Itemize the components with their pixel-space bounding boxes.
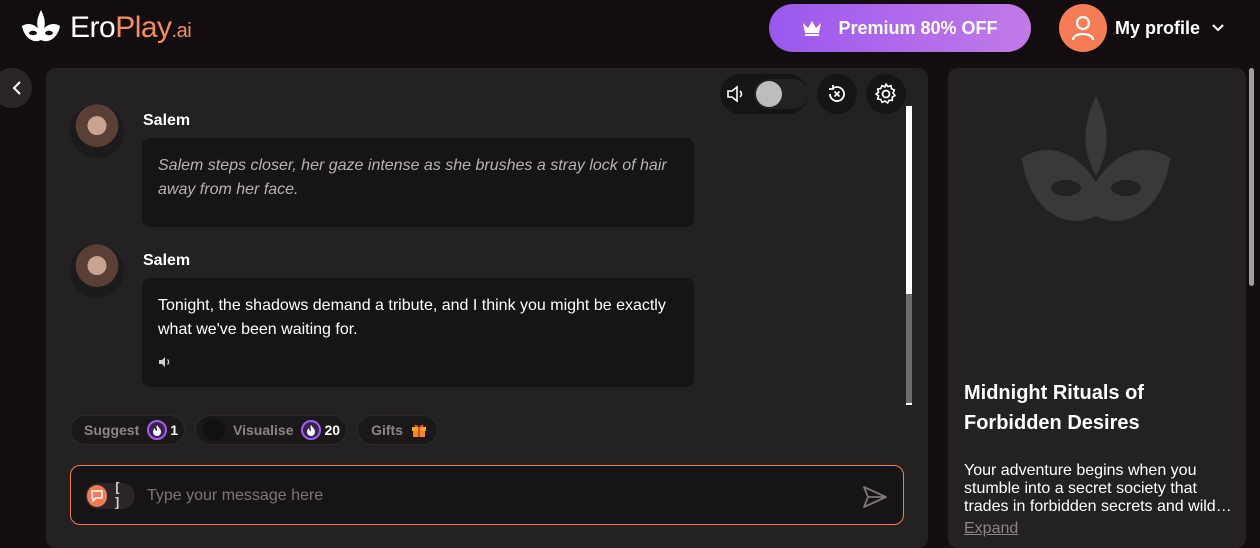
message-bubble: Tonight, the shadows demand a tribute, a… [142,278,694,387]
expand-link[interactable]: Expand [964,520,1018,538]
action-mode-label: [ ] [113,481,122,511]
reset-icon [829,85,845,102]
user-icon [1071,15,1095,41]
message-composer: [ ] [70,465,904,525]
chat-controls [720,74,906,114]
premium-button[interactable]: Premium 80% OFF [769,4,1031,52]
character-avatar[interactable] [70,104,124,158]
suggest-button[interactable]: Suggest 1 [70,415,186,445]
suggest-label: Suggest [84,422,140,438]
visualise-cost: 20 [301,420,340,440]
story-panel: Midnight Rituals of Forbidden Desires Yo… [948,68,1246,548]
speaker-icon [159,357,170,367]
chat-panel: Salem Salem steps closer, her gaze inten… [46,68,928,548]
chat-mode-toggle[interactable]: [ ] [85,481,135,511]
sound-toggle[interactable] [720,74,808,114]
chevron-left-icon [12,81,21,95]
story-description: Your adventure begins when you stumble i… [964,462,1216,515]
message-input[interactable] [147,480,847,512]
gift-icon [411,424,426,437]
visualise-button[interactable]: Visualise 20 [195,415,348,445]
suggest-cost: 1 [147,420,178,440]
sound-toggle-track [754,79,808,109]
profile-label: My profile [1115,17,1201,38]
chat-bubble-icon [87,485,108,507]
chevron-down-icon [1212,24,1224,32]
profile-menu[interactable]: My profile [1059,4,1224,52]
message-text: Tonight, the shadows demand a tribute, a… [158,297,666,338]
message-text: Salem steps closer, her gaze intense as … [158,157,667,198]
chat-actions: Suggest 1 Visualise 20 Gifts [70,415,448,445]
visualise-cost-value: 20 [324,422,341,438]
message-author: Salem [143,112,191,129]
message-author: Salem [143,252,191,269]
visualise-icon [203,419,226,441]
sound-toggle-knob [756,81,782,107]
message-bubble: Salem steps closer, her gaze intense as … [142,138,694,227]
page-scrollbar[interactable] [1249,68,1254,286]
logo-ero: Ero [70,11,116,44]
suggest-cost-value: 1 [170,422,179,438]
send-icon[interactable] [861,483,889,511]
collapse-sidebar-button[interactable] [0,68,32,108]
logo[interactable]: EroPlay.ai [20,8,192,48]
gifts-label: Gifts [371,422,403,438]
character-avatar[interactable] [70,244,124,298]
visualise-label: Visualise [233,422,294,438]
premium-label: Premium 80% OFF [838,17,998,38]
play-audio-button[interactable] [158,352,678,376]
profile-avatar [1059,4,1107,52]
story-title: Midnight Rituals of Forbidden Desires [964,382,1144,434]
crown-icon [803,21,822,36]
flame-icon [301,420,322,440]
gifts-button[interactable]: Gifts [357,415,438,445]
chat-scrollbar-thumb[interactable] [906,294,912,403]
speaker-icon [727,85,743,103]
logo-text: EroPlay.ai [70,11,192,45]
logo-ai: .ai [171,20,192,42]
flame-icon [147,420,168,440]
logo-play: Play [115,11,172,44]
mask-placeholder-icon [1022,96,1170,221]
settings-button[interactable] [866,74,906,114]
gear-icon [875,83,896,104]
mask-logo-icon [22,10,60,42]
reset-chat-button[interactable] [817,74,857,114]
top-bar: EroPlay.ai Premium 80% OFF My profile [0,0,1260,60]
